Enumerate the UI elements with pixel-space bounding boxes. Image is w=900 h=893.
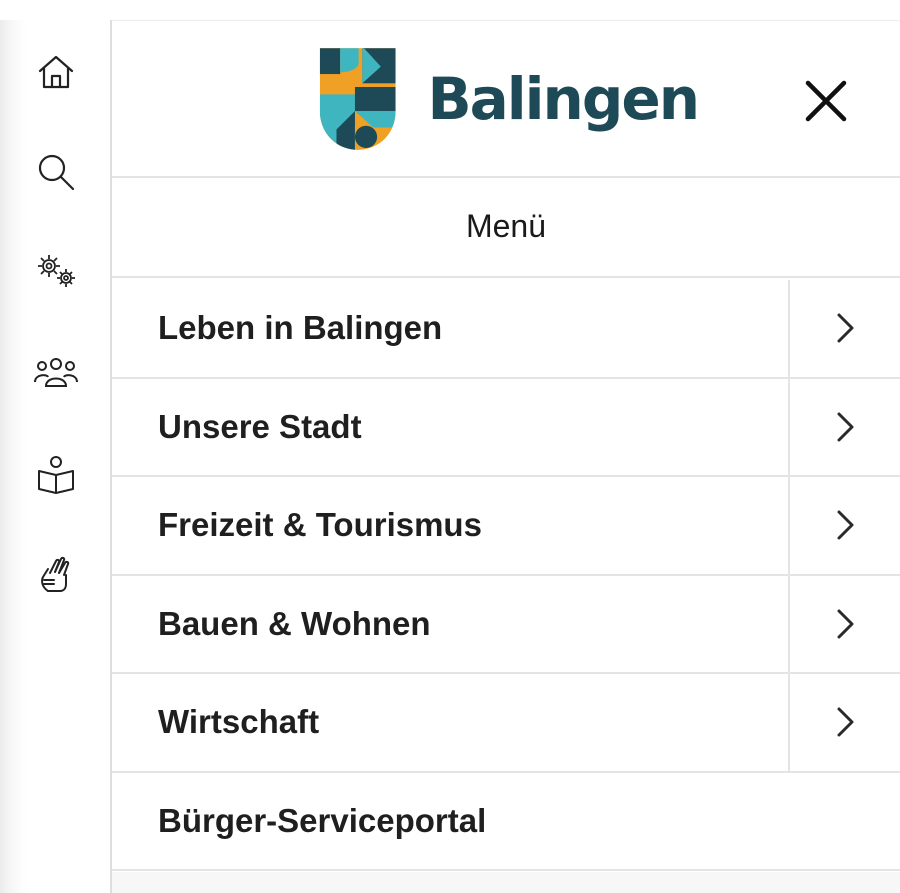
menu-item-buerger-serviceportal[interactable]: Bürger-Serviceportal	[112, 773, 900, 871]
menu-item-wirtschaft[interactable]: Wirtschaft	[112, 674, 900, 773]
rail-top-spacer	[0, 0, 112, 20]
gears-icon[interactable]	[28, 242, 84, 298]
logo-wordmark: Balingen	[427, 65, 700, 133]
menu-item-label[interactable]: Bürger-Serviceportal	[158, 802, 486, 840]
search-icon[interactable]	[28, 144, 84, 200]
menu-panel: Balingen Menü Leben in Balingen Unsere S…	[112, 0, 900, 893]
people-icon[interactable]	[28, 344, 84, 400]
menu-title: Menü	[465, 207, 547, 244]
mobile-menu-screen: Balingen Menü Leben in Balingen Unsere S…	[0, 0, 900, 893]
sign-language-icon[interactable]	[28, 546, 84, 602]
menu-item-leben-in-balingen[interactable]: Leben in Balingen	[112, 280, 900, 379]
submenu-toggle[interactable]	[788, 280, 900, 377]
menu-item-bauen-wohnen[interactable]: Bauen & Wohnen	[112, 575, 900, 674]
chevron-right-icon	[837, 609, 854, 639]
home-icon[interactable]	[28, 44, 84, 100]
menu-item-label[interactable]: Leben in Balingen	[158, 309, 442, 347]
menu-list: Leben in Balingen Unsere Stadt Freizeit …	[112, 280, 900, 871]
menu-item-label[interactable]: Freizeit & Tourismus	[158, 506, 482, 544]
submenu-toggle[interactable]	[788, 674, 900, 771]
menu-header: Balingen	[112, 20, 900, 178]
chevron-right-icon	[837, 707, 854, 737]
submenu-toggle[interactable]	[788, 378, 900, 475]
chevron-right-icon	[837, 313, 854, 343]
submenu-toggle[interactable]	[788, 575, 900, 672]
menu-title-row: Menü	[112, 180, 900, 278]
menu-item-label[interactable]: Bauen & Wohnen	[158, 605, 431, 643]
close-icon	[805, 80, 847, 122]
menu-item-label[interactable]: Wirtschaft	[158, 703, 319, 741]
menu-item-unsere-stadt[interactable]: Unsere Stadt	[112, 378, 900, 477]
chevron-right-icon	[837, 412, 854, 442]
close-menu-button[interactable]	[796, 71, 856, 131]
menu-item-label[interactable]: Unsere Stadt	[158, 408, 362, 446]
city-crest-icon	[319, 48, 396, 150]
reading-person-icon[interactable]	[28, 446, 84, 502]
menu-item-freizeit-tourismus[interactable]: Freizeit & Tourismus	[112, 477, 900, 576]
side-icon-rail	[0, 0, 112, 893]
next-menu-row-peek	[112, 872, 900, 893]
balingen-logo[interactable]: Balingen	[318, 41, 700, 157]
chevron-right-icon	[837, 510, 854, 540]
submenu-toggle[interactable]	[788, 477, 900, 574]
